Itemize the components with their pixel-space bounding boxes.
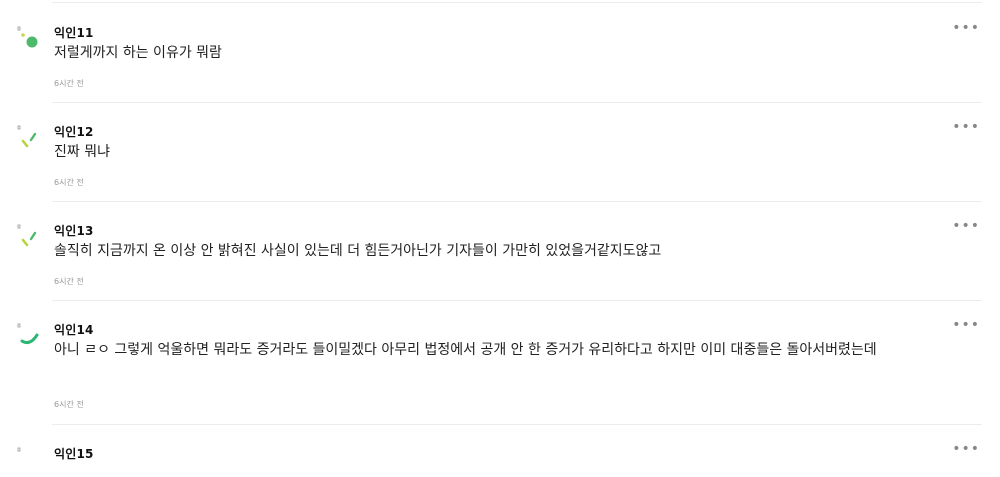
comment-time: 6시간 전 bbox=[54, 79, 84, 88]
avatar-icon[interactable] bbox=[14, 24, 46, 56]
comment-time: 6시간 전 bbox=[54, 277, 84, 286]
comment-author[interactable]: 익인14 bbox=[54, 321, 94, 338]
comment-divider bbox=[52, 102, 982, 103]
more-options-icon[interactable]: ••• bbox=[952, 119, 980, 135]
comment-text: 진짜 뭐냐 bbox=[54, 144, 110, 160]
comment-author[interactable]: 익인15 bbox=[54, 445, 94, 462]
more-options-icon[interactable]: ••• bbox=[952, 218, 980, 234]
avatar-icon[interactable] bbox=[14, 222, 46, 254]
comment-time: 6시간 전 bbox=[54, 178, 84, 187]
comment-text: 솔직히 지금까지 온 이상 안 밝혀진 사실이 있는데 더 힘든거아닌가 기자들… bbox=[54, 243, 662, 259]
comment-author[interactable]: 익인11 bbox=[54, 24, 94, 41]
comment-divider bbox=[52, 300, 982, 301]
comment-divider bbox=[52, 424, 982, 425]
comment-author[interactable]: 익인12 bbox=[54, 123, 94, 140]
comment-text: 저럴게까지 하는 이유가 뭐람 bbox=[54, 45, 222, 61]
comment-time: 6시간 전 bbox=[54, 400, 84, 409]
comment-text: 아니 ㄹㅇ 그렇게 억울하면 뭐라도 증거라도 들이밀겠다 아무리 법정에서 공… bbox=[54, 342, 877, 358]
top-divider bbox=[52, 2, 982, 3]
more-options-icon[interactable]: ••• bbox=[952, 317, 980, 333]
more-options-icon[interactable]: ••• bbox=[952, 20, 980, 36]
avatar-icon[interactable] bbox=[14, 321, 46, 353]
more-options-icon[interactable]: ••• bbox=[952, 441, 980, 457]
avatar-icon[interactable] bbox=[14, 123, 46, 155]
comment-author[interactable]: 익인13 bbox=[54, 222, 94, 239]
comment-divider bbox=[52, 201, 982, 202]
